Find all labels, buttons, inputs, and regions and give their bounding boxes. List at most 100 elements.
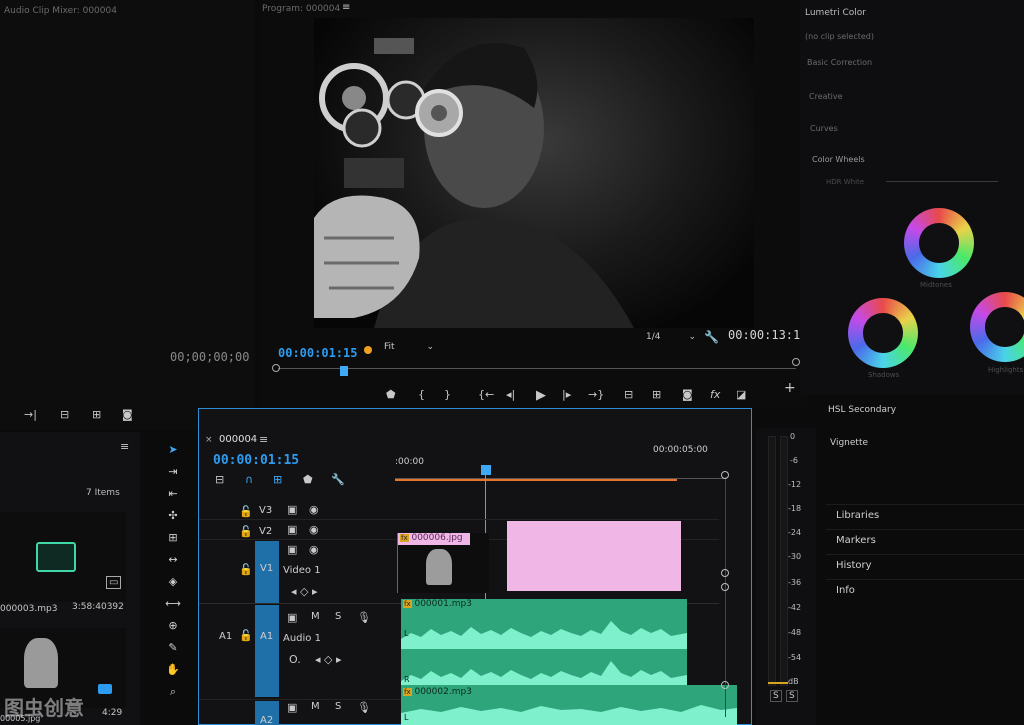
lumetri-section-curves[interactable]: Curves xyxy=(810,124,838,133)
eye-icon[interactable]: ◉ xyxy=(309,543,319,556)
lumetri-section-color-wheels[interactable]: Color Wheels xyxy=(812,155,865,164)
solo-button[interactable]: S xyxy=(335,701,341,712)
program-playhead[interactable] xyxy=(340,366,348,376)
clip-audio1-a1[interactable]: fx 000001.mp3 L R xyxy=(401,599,687,695)
scrubber-start-handle[interactable] xyxy=(272,364,280,372)
mute-button[interactable]: M xyxy=(311,611,320,622)
microphone-icon[interactable]: 🎙 xyxy=(357,611,371,624)
step-forward-icon[interactable]: →| xyxy=(24,408,37,421)
shadows-wheel[interactable] xyxy=(848,298,918,368)
lock-icon[interactable]: 🔓 xyxy=(239,505,253,518)
lift-icon[interactable]: ⊟ xyxy=(624,388,633,401)
track-a1-source[interactable]: A1 xyxy=(219,631,232,642)
scroll-handle-top[interactable] xyxy=(721,471,729,479)
close-icon[interactable]: × xyxy=(205,435,213,445)
eye-icon[interactable]: ◉ xyxy=(309,523,319,536)
timeline-vertical-scrollbar[interactable] xyxy=(721,471,731,721)
eye-icon[interactable]: ◉ xyxy=(309,503,319,516)
scroll-handle-mid2[interactable] xyxy=(721,583,729,591)
lock-icon[interactable]: 🔓 xyxy=(239,525,253,538)
pen-icon[interactable]: ✎ xyxy=(165,640,181,656)
meter-solo-left[interactable]: S xyxy=(770,690,782,702)
solo-button[interactable]: S xyxy=(335,611,341,622)
source-monitor-title[interactable]: Audio Clip Mixer: 000004 xyxy=(4,6,117,16)
camera-icon[interactable]: ◙ xyxy=(122,408,133,421)
panel-menu-icon[interactable]: ≡ xyxy=(259,433,268,446)
add-marker-icon[interactable]: ⬟ xyxy=(303,473,313,486)
keyframe-nav-icon[interactable]: ◂ ◇ ▸ xyxy=(315,653,342,666)
comparison-view-icon[interactable]: ◪ xyxy=(736,388,746,401)
hdr-white-slider[interactable] xyxy=(886,181,998,182)
play-icon[interactable]: ▶ xyxy=(536,388,546,403)
wrench-icon[interactable]: 🔧 xyxy=(331,473,345,486)
film-icon[interactable]: ▣ xyxy=(287,701,297,714)
film-icon[interactable]: ▣ xyxy=(287,503,297,516)
fx-icon[interactable]: fx xyxy=(710,388,720,401)
hsl-secondary-section[interactable]: HSL Secondary xyxy=(828,405,896,415)
info-panel-tab[interactable]: Info xyxy=(826,579,1024,603)
mute-button[interactable]: M xyxy=(311,701,320,712)
work-area-bar[interactable] xyxy=(395,479,677,481)
razor-icon[interactable]: ◈ xyxy=(165,574,181,590)
clip-pink-v1[interactable] xyxy=(507,521,681,591)
slip-icon[interactable]: ⟷ xyxy=(165,596,181,612)
panel-menu-icon[interactable]: ≡ xyxy=(120,440,129,453)
film-icon[interactable]: ▣ xyxy=(287,523,297,536)
export-frame-icon[interactable]: ◙ xyxy=(682,388,693,401)
lumetri-title[interactable]: Lumetri Color xyxy=(805,8,866,18)
rate-stretch-icon[interactable]: ↔ xyxy=(165,552,181,568)
project-clip-thumb-audio[interactable]: ▭ xyxy=(0,512,126,602)
program-monitor-title[interactable]: Program: 000004 xyxy=(262,4,340,14)
scroll-handle-mid[interactable] xyxy=(721,569,729,577)
resolution-dropdown[interactable]: 1/4 ⌄ xyxy=(646,332,696,346)
panel-menu-icon[interactable]: ≡ xyxy=(342,2,350,13)
track-select-backward-icon[interactable]: ⇤ xyxy=(165,486,181,502)
zoom-icon[interactable]: ⌕ xyxy=(165,684,181,700)
step-forward-icon[interactable]: |▸ xyxy=(562,388,571,401)
history-panel-tab[interactable]: History xyxy=(826,554,1024,578)
clip-audio2-a2[interactable]: fx 000002.mp3 L xyxy=(401,685,737,725)
rolling-edit-icon[interactable]: ⊞ xyxy=(165,530,181,546)
track-v3-label[interactable]: V3 xyxy=(259,505,272,516)
vignette-section[interactable]: Vignette xyxy=(830,438,868,448)
snap-icon[interactable]: ∩ xyxy=(245,473,253,486)
ripple-edit-icon[interactable]: ✣ xyxy=(165,508,181,524)
timeline-playhead-handle[interactable] xyxy=(481,465,491,475)
track-v1-label[interactable]: V1 xyxy=(260,563,273,574)
overwrite-icon[interactable]: ⊞ xyxy=(92,408,101,421)
film-icon[interactable]: ▣ xyxy=(287,543,297,556)
add-marker-icon[interactable]: ⬟ xyxy=(386,388,396,401)
track-a1-label[interactable]: A1 xyxy=(260,631,273,642)
timeline-timecode[interactable]: 00:00:01:15 xyxy=(213,453,299,468)
insert-icon[interactable]: ⊟ xyxy=(60,408,69,421)
program-scrubber[interactable] xyxy=(272,358,800,376)
timeline-ruler[interactable] xyxy=(395,469,725,479)
slide-icon[interactable]: ⊕ xyxy=(165,618,181,634)
lumetri-section-creative[interactable]: Creative xyxy=(809,92,843,101)
lock-icon[interactable]: 🔓 xyxy=(239,563,253,576)
microphone-icon[interactable]: 🎙 xyxy=(357,701,371,714)
selection-tool-icon[interactable]: ➤ xyxy=(165,442,181,458)
mark-in-icon[interactable]: { xyxy=(418,388,425,401)
midtones-wheel[interactable] xyxy=(904,208,974,278)
libraries-panel-tab[interactable]: Libraries xyxy=(826,504,1024,528)
track-select-forward-icon[interactable]: ⇥ xyxy=(165,464,181,480)
source-timecode[interactable]: 00;00;00;00 xyxy=(170,350,249,364)
hand-icon[interactable]: ✋ xyxy=(165,662,181,678)
lumetri-section-basic[interactable]: Basic Correction xyxy=(807,58,872,67)
fit-dropdown[interactable]: Fit ⌄ xyxy=(384,342,438,356)
track-a1-target[interactable] xyxy=(255,605,279,697)
volume-knob-icon[interactable]: O. xyxy=(289,653,301,666)
highlights-wheel[interactable] xyxy=(970,292,1024,362)
scroll-handle-bottom[interactable] xyxy=(721,681,729,689)
nest-icon[interactable]: ⊟ xyxy=(215,473,224,486)
scrubber-end-handle[interactable] xyxy=(792,358,800,366)
keyframe-nav-icon[interactable]: ◂ ◇ ▸ xyxy=(291,585,318,598)
extract-icon[interactable]: ⊞ xyxy=(652,388,661,401)
markers-panel-tab[interactable]: Markers xyxy=(826,529,1024,553)
go-to-out-icon[interactable]: →} xyxy=(588,388,604,401)
program-video-frame[interactable] xyxy=(314,18,754,328)
step-back-icon[interactable]: ◂| xyxy=(506,388,515,401)
lock-icon[interactable]: 🔓 xyxy=(239,629,253,642)
track-v2-label[interactable]: V2 xyxy=(259,526,272,537)
